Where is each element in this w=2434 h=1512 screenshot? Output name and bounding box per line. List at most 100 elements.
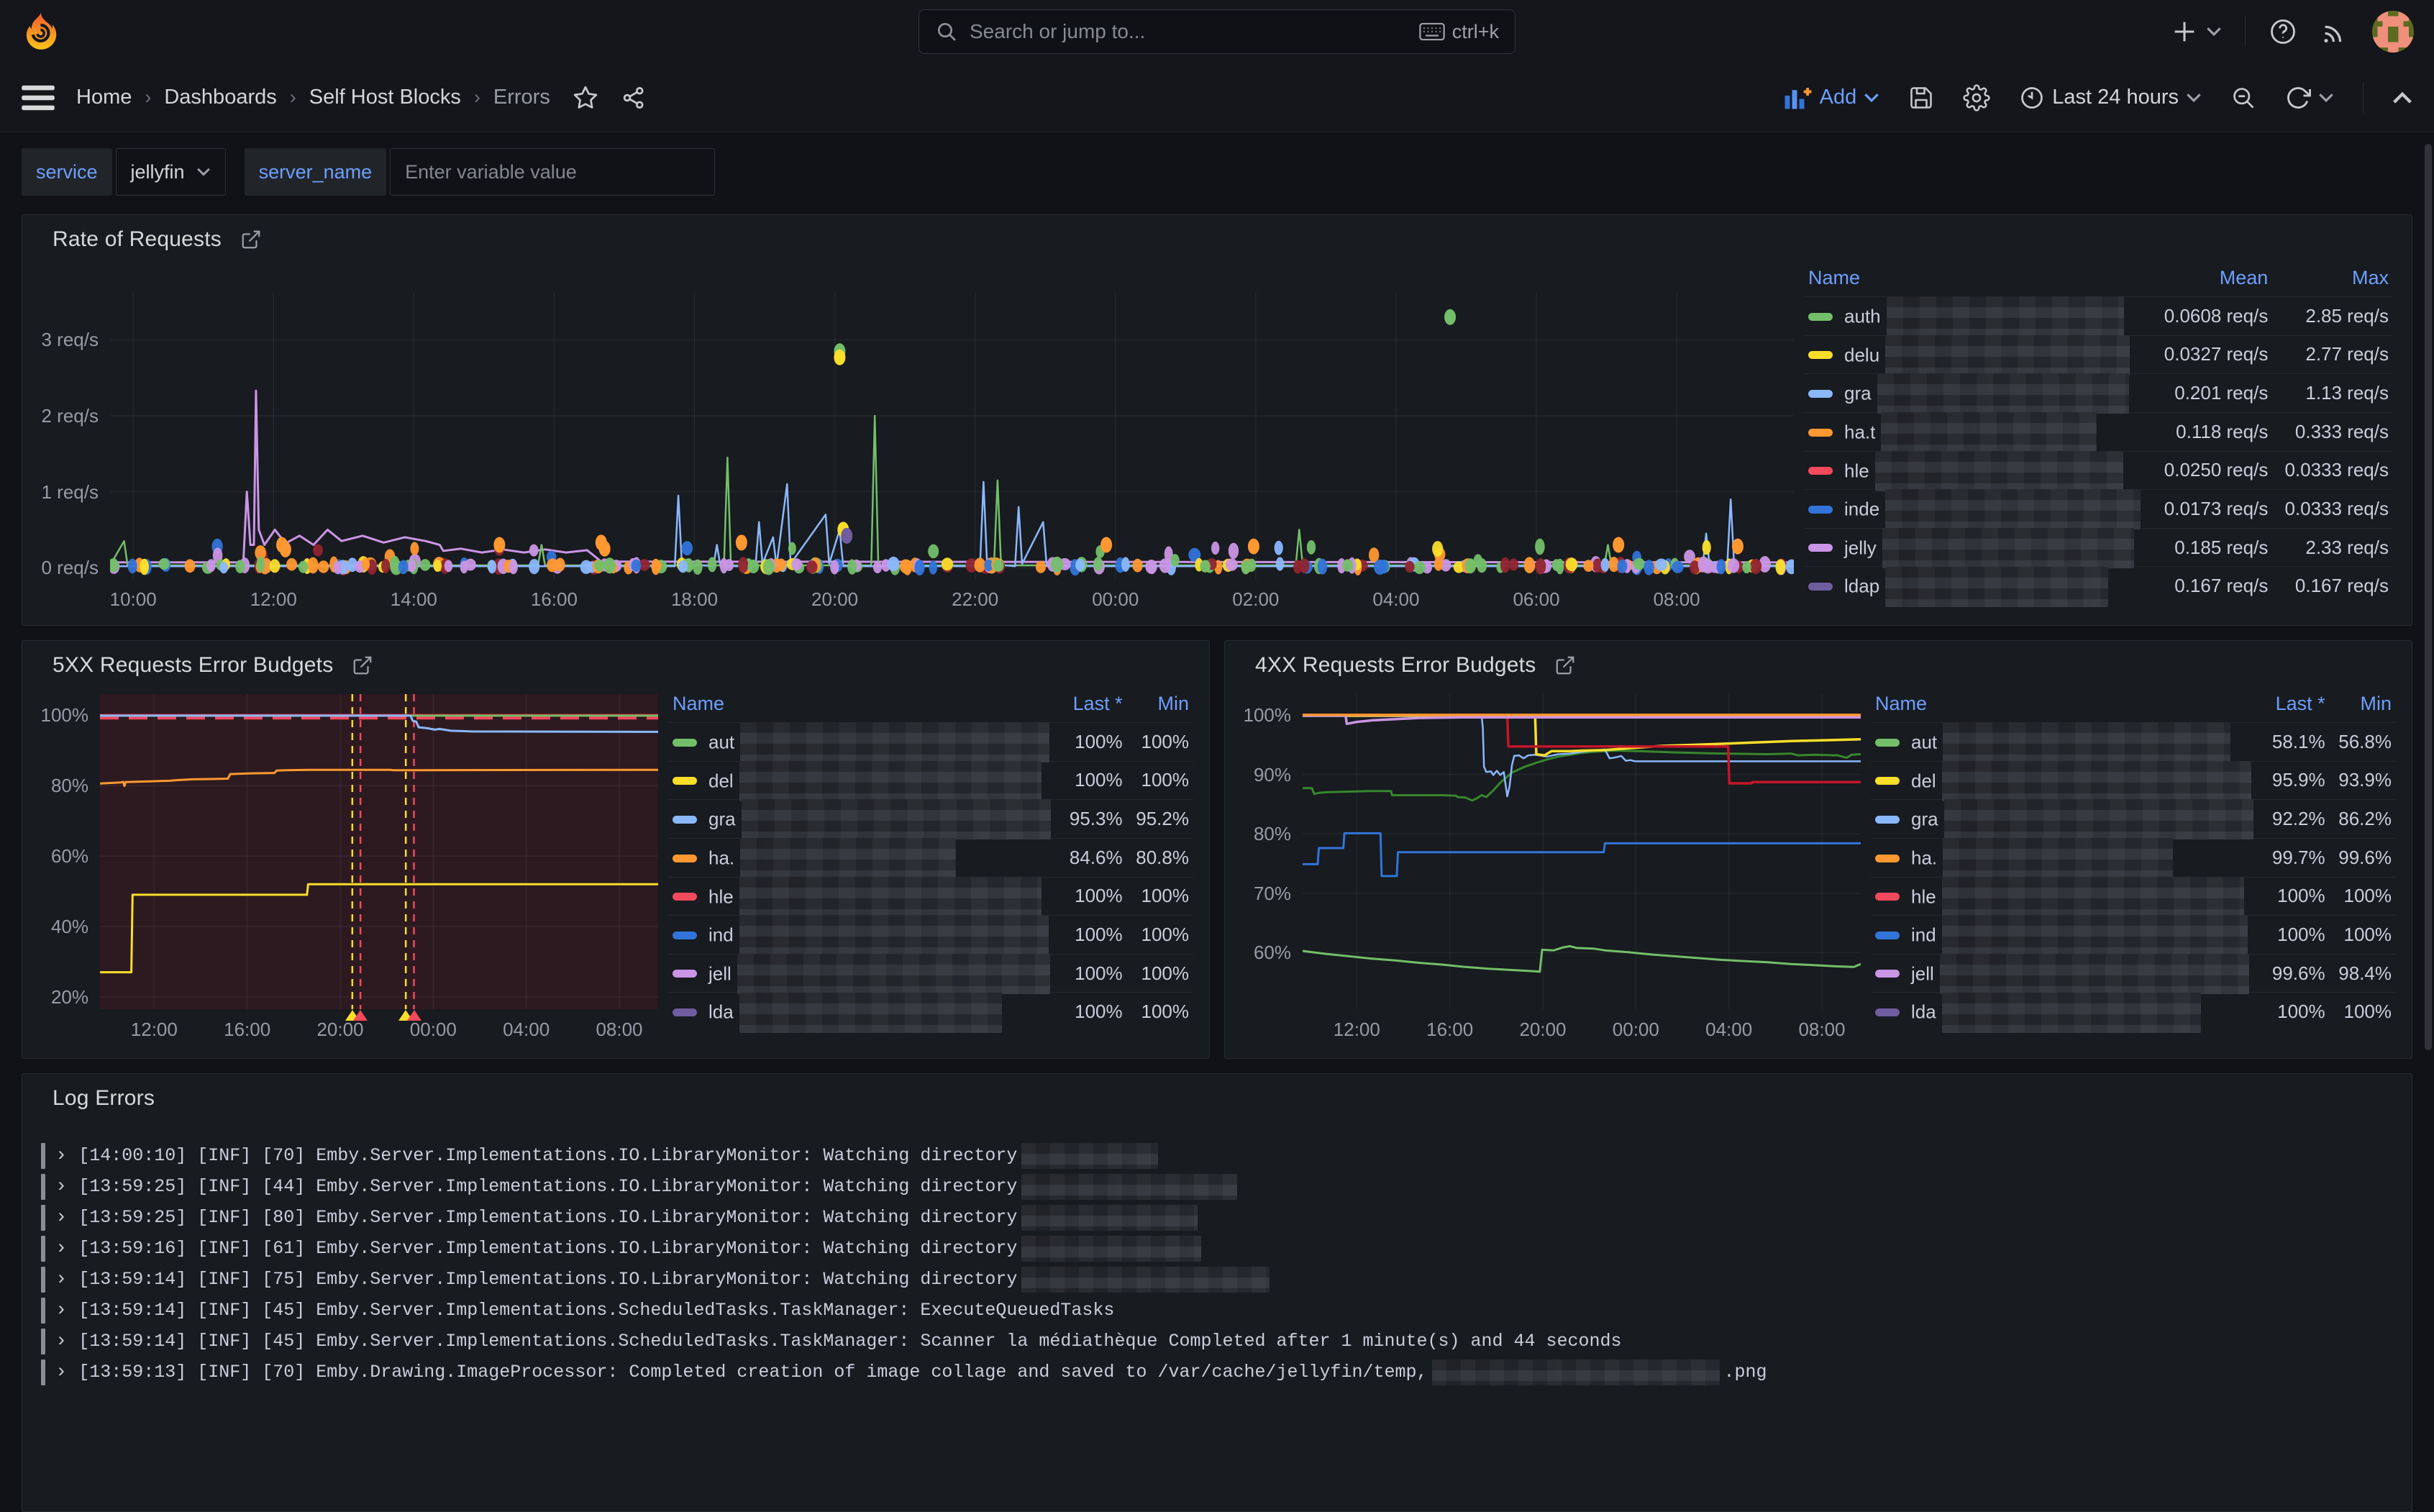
grafana-logo[interactable] xyxy=(20,12,60,52)
variable-server-name-input[interactable]: Enter variable value xyxy=(390,148,715,196)
legend-row[interactable]: ha.99.7%99.6% xyxy=(1871,838,2396,877)
breadcrumb-home[interactable]: Home xyxy=(76,86,132,109)
log-row[interactable]: ›[13:59:25] [INF] [44] Emby.Server.Imple… xyxy=(41,1171,2393,1202)
log-expand-icon[interactable]: › xyxy=(55,1207,67,1229)
news-button[interactable] xyxy=(2320,17,2349,46)
panel-header[interactable]: Rate of Requests xyxy=(22,215,2412,257)
series-name: jelly xyxy=(1844,537,1877,558)
zoom-out-button[interactable] xyxy=(2230,85,2256,111)
redacted-text xyxy=(1885,489,2141,529)
legend-row[interactable]: lda100%100% xyxy=(1871,993,2396,1031)
dashboard-settings-button[interactable] xyxy=(1963,84,1990,111)
legend-row[interactable]: hle100%100% xyxy=(1871,877,2396,916)
legend-row[interactable]: jelly0.185 req/s2.33 req/s xyxy=(1804,528,2393,567)
x-axis-tick-label: 08:00 xyxy=(1626,588,1727,611)
legend-row[interactable]: del95.9%93.9% xyxy=(1871,761,2396,800)
legend-row[interactable]: aut58.1%56.8% xyxy=(1871,723,2396,762)
add-panel-button[interactable]: Add xyxy=(1784,86,1880,110)
log-row[interactable]: ›[13:59:25] [INF] [80] Emby.Server.Imple… xyxy=(41,1202,2393,1233)
save-dashboard-button[interactable] xyxy=(1908,85,1934,111)
log-row[interactable]: ›[14:00:10] [INF] [70] Emby.Server.Imple… xyxy=(41,1140,2393,1171)
err5xx-chart[interactable]: 20%40%60%80%100%12:0016:0020:0000:0004:0… xyxy=(22,683,668,1054)
legend-row[interactable]: ind100%100% xyxy=(1871,916,2396,955)
legend-row[interactable]: gra0.201 req/s1.13 req/s xyxy=(1804,374,2393,413)
external-link-icon[interactable] xyxy=(1554,655,1576,676)
rate-plot-area[interactable] xyxy=(110,293,1794,579)
series-color-pill xyxy=(1875,893,1900,901)
variable-service-select[interactable]: jellyfin xyxy=(116,148,226,196)
x-axis-tick-label: 02:00 xyxy=(1205,588,1306,611)
series-name: ind xyxy=(708,924,734,946)
log-row[interactable]: ›[13:59:14] [INF] [45] Emby.Server.Imple… xyxy=(41,1326,2393,1357)
log-expand-icon[interactable]: › xyxy=(55,1145,67,1167)
legend-column-header[interactable]: Mean xyxy=(2145,260,2272,297)
legend-row[interactable]: del100%100% xyxy=(668,761,1193,800)
legend-row[interactable]: delu0.0327 req/s2.77 req/s xyxy=(1804,335,2393,374)
rss-icon xyxy=(2320,17,2349,46)
log-expand-icon[interactable]: › xyxy=(55,1300,67,1321)
log-expand-icon[interactable]: › xyxy=(55,1269,67,1290)
legend-row[interactable]: ind100%100% xyxy=(668,916,1193,955)
series-color-pill xyxy=(673,855,697,862)
legend-value: 2.85 req/s xyxy=(2272,297,2393,336)
legend-row[interactable]: jell99.6%98.4% xyxy=(1871,954,2396,993)
panel-header[interactable]: Log Errors xyxy=(22,1074,2412,1116)
series-name: inde xyxy=(1844,498,1879,520)
legend-value: 100% xyxy=(2330,993,2396,1031)
err4xx-chart[interactable]: 60%70%80%90%100%12:0016:0020:0000:0004:0… xyxy=(1225,683,1871,1054)
annotation-marker-icon[interactable] xyxy=(353,1010,368,1021)
legend-row[interactable]: ha.t0.118 req/s0.333 req/s xyxy=(1804,412,2393,451)
external-link-icon[interactable] xyxy=(240,229,262,250)
legend-column-header[interactable]: Last * xyxy=(1055,686,1127,723)
search-bar[interactable]: Search or jump to... ctrl+k xyxy=(919,9,1515,54)
legend-row[interactable]: ha.84.6%80.8% xyxy=(668,838,1193,877)
err5xx-plot-area[interactable] xyxy=(100,694,658,1009)
legend-row[interactable]: ldap0.167 req/s0.167 req/s xyxy=(1804,567,2393,605)
panel-header[interactable]: 5XX Requests Error Budgets xyxy=(22,641,1209,683)
log-expand-icon[interactable]: › xyxy=(55,1331,67,1352)
err4xx-plot-area[interactable] xyxy=(1303,694,1861,1009)
legend-column-header[interactable]: Name xyxy=(668,686,1055,723)
refresh-button[interactable] xyxy=(2285,85,2334,111)
legend-column-header[interactable]: Name xyxy=(1804,260,2145,297)
legend-column-header[interactable]: Min xyxy=(1127,686,1193,723)
favorite-star-button[interactable] xyxy=(572,84,599,111)
share-button[interactable] xyxy=(621,85,647,111)
user-avatar[interactable] xyxy=(2372,11,2414,53)
legend-row[interactable]: hle0.0250 req/s0.0333 req/s xyxy=(1804,451,2393,490)
legend-value: 100% xyxy=(1055,877,1127,916)
log-expand-icon[interactable]: › xyxy=(55,1362,67,1383)
menu-toggle-button[interactable] xyxy=(22,84,55,111)
log-row[interactable]: ›[13:59:14] [INF] [75] Emby.Server.Imple… xyxy=(41,1264,2393,1295)
legend-row[interactable]: gra95.3%95.2% xyxy=(668,800,1193,839)
log-row[interactable]: ›[13:59:13] [INF] [70] Emby.Drawing.Imag… xyxy=(41,1357,2393,1388)
legend-column-header[interactable]: Max xyxy=(2272,260,2393,297)
log-row[interactable]: ›[13:59:14] [INF] [45] Emby.Server.Imple… xyxy=(41,1295,2393,1326)
legend-row[interactable]: jell100%100% xyxy=(668,954,1193,993)
legend-row[interactable]: inde0.0173 req/s0.0333 req/s xyxy=(1804,490,2393,529)
legend-column-header[interactable]: Name xyxy=(1871,686,2258,723)
legend-column-header[interactable]: Last * xyxy=(2258,686,2330,723)
external-link-icon[interactable] xyxy=(352,655,373,676)
redacted-text xyxy=(742,799,1051,839)
log-expand-icon[interactable]: › xyxy=(55,1176,67,1198)
legend-value: 0.0333 req/s xyxy=(2272,451,2393,490)
kiosk-mode-button[interactable] xyxy=(2392,91,2412,105)
breadcrumb-dashboards[interactable]: Dashboards xyxy=(164,86,276,109)
annotation-marker-icon[interactable] xyxy=(407,1010,421,1021)
page-scrollbar[interactable] xyxy=(2425,144,2432,1050)
legend-row[interactable]: auth0.0608 req/s2.85 req/s xyxy=(1804,297,2393,336)
log-row[interactable]: ›[13:59:16] [INF] [61] Emby.Server.Imple… xyxy=(41,1233,2393,1264)
time-range-picker[interactable]: Last 24 hours xyxy=(2019,85,2202,111)
log-expand-icon[interactable]: › xyxy=(55,1238,67,1260)
legend-row[interactable]: aut100%100% xyxy=(668,723,1193,762)
rate-of-requests-chart[interactable]: 0 req/s1 req/s2 req/s3 req/s10:0012:0014… xyxy=(22,257,1804,621)
breadcrumb-folder[interactable]: Self Host Blocks xyxy=(309,86,461,109)
legend-row[interactable]: gra92.2%86.2% xyxy=(1871,800,2396,839)
help-button[interactable] xyxy=(2269,17,2297,46)
new-menu-button[interactable] xyxy=(2170,17,2222,46)
legend-row[interactable]: lda100%100% xyxy=(668,993,1193,1031)
legend-row[interactable]: hle100%100% xyxy=(668,877,1193,916)
legend-column-header[interactable]: Min xyxy=(2330,686,2396,723)
panel-header[interactable]: 4XX Requests Error Budgets xyxy=(1225,641,2412,683)
